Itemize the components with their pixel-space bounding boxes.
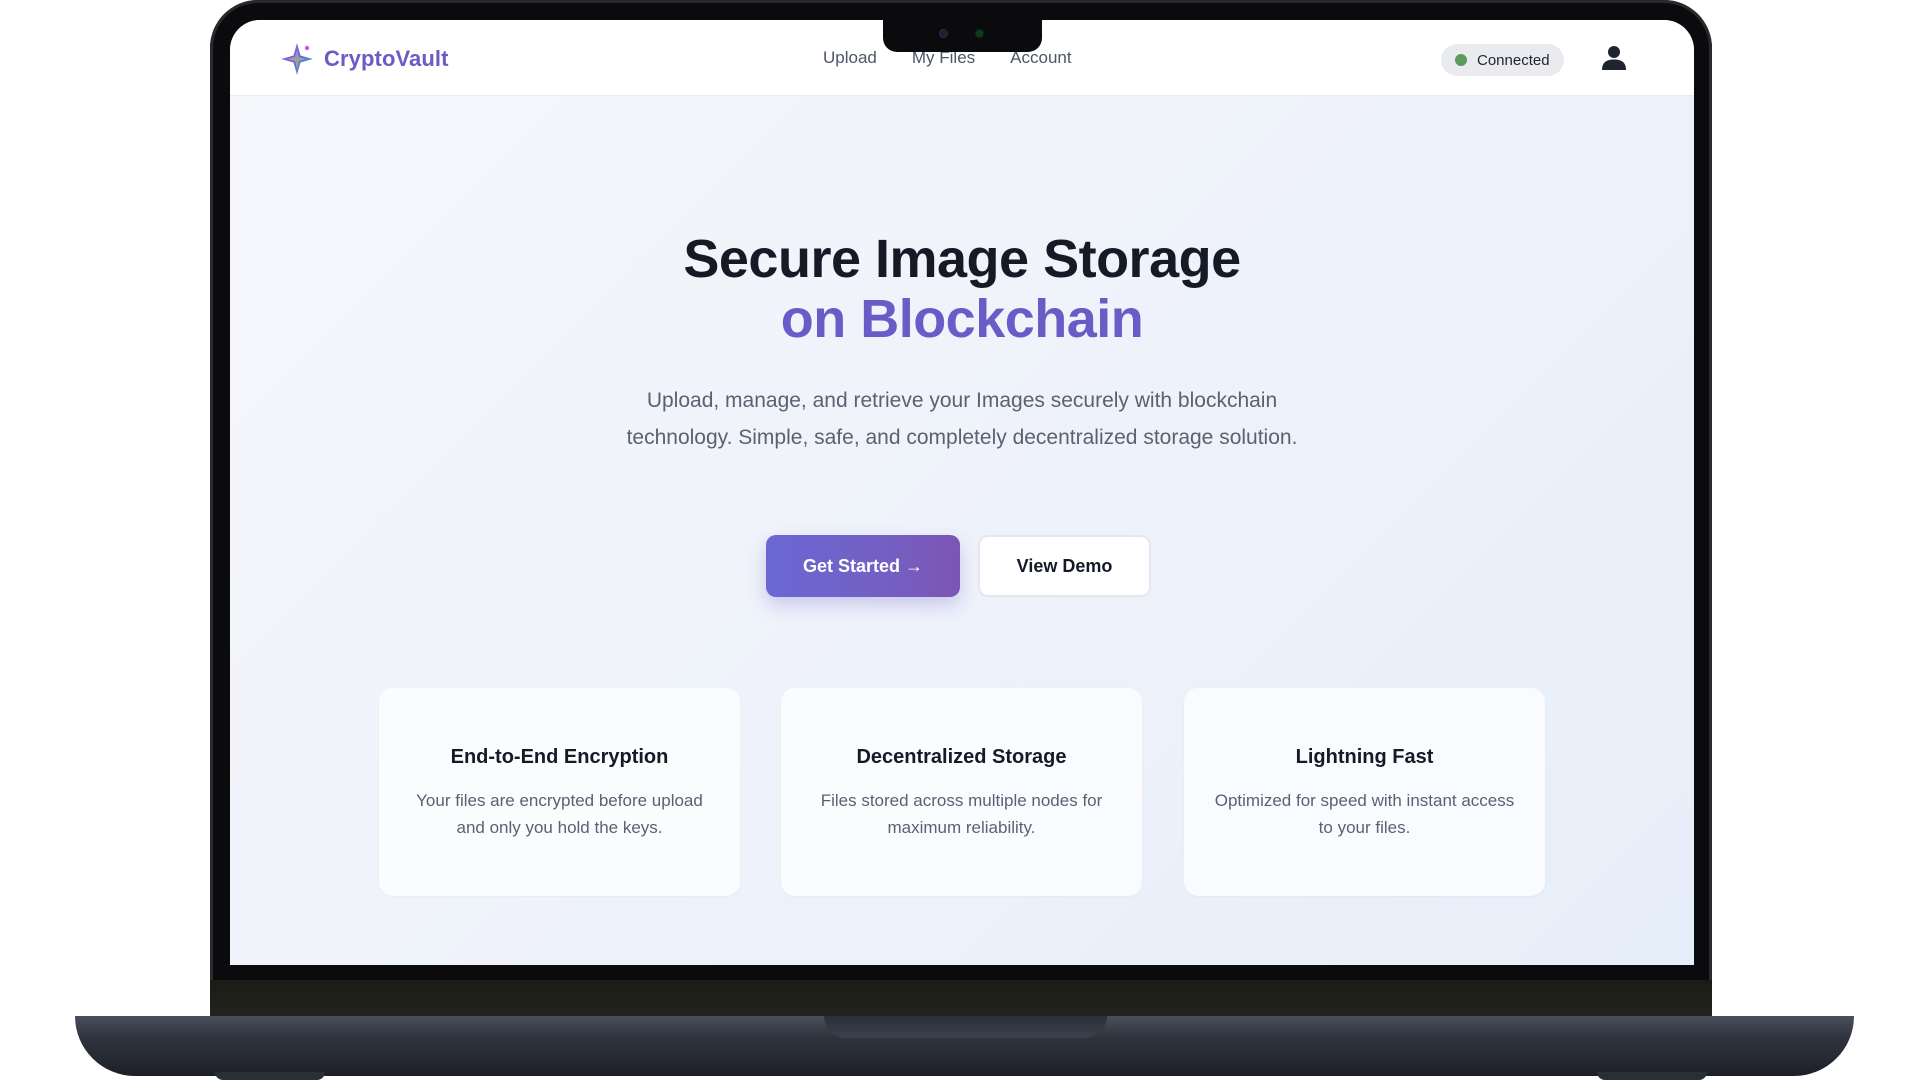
feature-title: End-to-End Encryption — [450, 746, 669, 768]
get-started-button[interactable]: Get Started → — [766, 535, 960, 597]
laptop-foot-left — [215, 1072, 325, 1080]
browser-viewport: CryptoVault Upload My Files Account Conn… — [230, 20, 1694, 965]
feature-card-speed: Lightning Fast Optimized for speed with … — [1184, 688, 1545, 896]
brand-logo-link[interactable]: CryptoVault — [280, 42, 449, 76]
nav-link-upload[interactable]: Upload — [823, 48, 877, 68]
feature-card-decentralized: Decentralized Storage Files stored acros… — [781, 688, 1142, 896]
camera-indicator-light — [976, 30, 983, 37]
camera-lens — [940, 30, 947, 37]
camera-notch — [883, 18, 1042, 52]
hero-subtitle: Upload, manage, and retrieve your Images… — [626, 389, 1298, 449]
status-dot — [1455, 54, 1467, 66]
feature-title: Decentralized Storage — [856, 746, 1067, 768]
hero-title-line-1: Secure Image Storage — [683, 229, 1241, 289]
view-demo-button[interactable]: View Demo — [978, 535, 1151, 597]
feature-description: Optimized for speed with instant access … — [1214, 791, 1515, 837]
feature-title: Lightning Fast — [1295, 746, 1434, 768]
feature-description: Files stored across multiple nodes for m… — [820, 791, 1103, 837]
feature-description: Your files are encrypted before upload a… — [416, 791, 703, 837]
laptop-foot-right — [1597, 1072, 1707, 1080]
laptop-hinge-notch — [824, 1016, 1107, 1038]
brand-name: CryptoVault — [324, 46, 449, 71]
sparkle-logo-icon — [281, 43, 313, 75]
laptop-mockup: CryptoVault Upload My Files Account Conn… — [0, 0, 1920, 1080]
user-icon[interactable] — [1600, 44, 1628, 72]
feature-card-encryption: End-to-End Encryption Your files are enc… — [379, 688, 740, 896]
laptop-chin — [210, 980, 1712, 1016]
connection-status-badge: Connected — [1441, 44, 1564, 76]
status-label: Connected — [1477, 51, 1550, 69]
hero-title-line-2: on Blockchain — [780, 289, 1144, 349]
